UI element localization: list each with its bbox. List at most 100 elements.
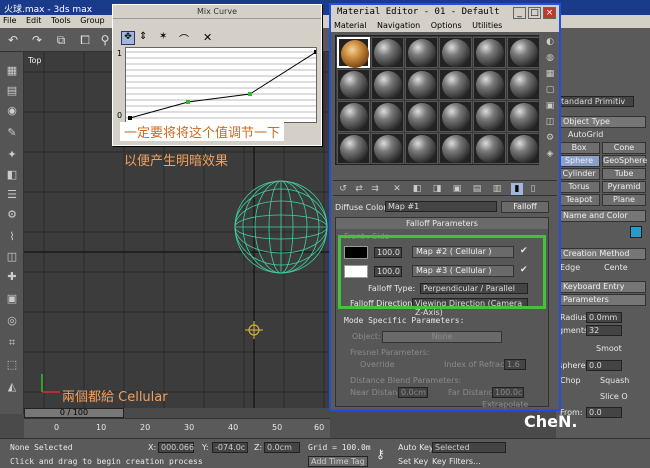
sample-slot[interactable] (337, 101, 370, 132)
slice-from-field[interactable]: 0.0 (586, 407, 622, 418)
key-selection-dropdown[interactable]: Selected (432, 442, 506, 453)
tool-icon-2[interactable]: ▤ (4, 84, 20, 98)
sample-slot[interactable] (507, 69, 540, 100)
material-effects-icon[interactable]: ▣ (451, 183, 463, 195)
scale-point-icon[interactable]: ⇕ (139, 31, 147, 42)
background-icon[interactable]: ▦ (544, 69, 556, 80)
keyboard-entry-rollout[interactable]: Keyboard Entry (558, 281, 646, 293)
uv-tiling-icon[interactable]: ▢ (544, 85, 556, 96)
put-to-library-icon[interactable]: ◨ (431, 183, 443, 195)
map-type-button[interactable]: Falloff (501, 201, 549, 213)
unlink-icon[interactable]: ⧠ (78, 33, 92, 47)
menu-options[interactable]: Options (431, 21, 462, 30)
show-end-result-icon[interactable]: ▥ (491, 183, 503, 195)
segments-field[interactable]: 32 (586, 325, 622, 336)
curve-point[interactable] (314, 50, 317, 54)
torus-button[interactable]: Torus (558, 181, 600, 193)
sample-slot[interactable] (337, 133, 370, 164)
assign-material-icon[interactable]: ⇉ (369, 183, 381, 195)
tool-icon-8[interactable]: ⚙ (4, 208, 20, 222)
parameters-rollout[interactable]: Parameters (558, 294, 646, 306)
object-color-swatch[interactable] (630, 226, 642, 238)
far-distance-field[interactable]: 100.0c (492, 387, 524, 398)
pyramid-button[interactable]: Pyramid (602, 181, 646, 193)
wireframe-sphere[interactable] (231, 177, 330, 277)
tool-icon-11[interactable]: ✚ (4, 270, 20, 284)
options-icon[interactable]: ⚙ (544, 133, 556, 144)
tool-icon-7[interactable]: ☰ (4, 188, 20, 202)
object-pick-button[interactable]: None (382, 331, 502, 343)
smooth-checkbox[interactable]: Smoot (596, 344, 622, 353)
sample-type-icon[interactable]: ◐ (544, 37, 556, 48)
menu-navigation[interactable]: Navigation (377, 21, 420, 30)
falloff-rollout-title[interactable]: Falloff Parameters (336, 218, 548, 229)
bezier-point-icon[interactable]: ⌒ (179, 31, 189, 46)
slice-on-checkbox[interactable]: Slice O (600, 392, 628, 401)
primitive-type-dropdown[interactable]: tandard Primitiv (558, 96, 634, 107)
name-color-rollout[interactable]: Name and Color (558, 210, 646, 222)
tube-button[interactable]: Tube (602, 168, 646, 180)
sample-slot[interactable] (405, 133, 438, 164)
sample-slot[interactable] (507, 101, 540, 132)
sample-slot[interactable] (337, 69, 370, 100)
override-checkbox[interactable]: Override (360, 360, 395, 369)
tool-icon-13[interactable]: ◎ (4, 314, 20, 328)
tool-icon-12[interactable]: ▣ (4, 292, 20, 306)
creation-method-rollout[interactable]: Creation Method (558, 248, 646, 260)
maximize-button[interactable]: □ (528, 7, 541, 19)
put-to-scene-icon[interactable]: ⇄ (353, 183, 365, 195)
menu-material[interactable]: Material (334, 21, 367, 30)
sample-slot[interactable] (371, 69, 404, 100)
undo-icon[interactable]: ↶ (6, 33, 20, 47)
delete-point-icon[interactable]: ✕ (203, 31, 212, 44)
cone-button[interactable]: Cone (602, 142, 646, 154)
sample-slot[interactable] (439, 69, 472, 100)
menu-group[interactable]: Group (80, 16, 104, 25)
auto-key-button[interactable]: Auto Key (398, 443, 434, 452)
redo-icon[interactable]: ↷ (30, 33, 44, 47)
time-slider[interactable]: 0 / 100 (24, 408, 124, 418)
tool-icon-3[interactable]: ◉ (4, 104, 20, 118)
sample-slot[interactable] (337, 37, 370, 68)
make-preview-icon[interactable]: ◫ (544, 117, 556, 128)
ior-field[interactable]: 1.6 (504, 359, 526, 370)
hemisphere-field[interactable]: 0.0 (586, 360, 622, 371)
link-icon[interactable]: ⧉ (54, 33, 68, 47)
go-forward-icon[interactable]: ▯ (527, 183, 539, 195)
sample-slot[interactable] (473, 37, 506, 68)
menu-file[interactable]: File (3, 16, 16, 25)
curve-point[interactable] (186, 100, 190, 104)
sample-slot[interactable] (507, 37, 540, 68)
menu-utilities[interactable]: Utilities (472, 21, 502, 30)
menu-edit[interactable]: Edit (26, 16, 42, 25)
x-coordinate-field[interactable]: 000.066 (158, 442, 194, 453)
menu-tools[interactable]: Tools (51, 16, 71, 25)
plane-button[interactable]: Plane (602, 194, 646, 206)
reset-map-icon[interactable]: ✕ (391, 183, 403, 195)
sample-slot[interactable] (439, 101, 472, 132)
tool-icon-5[interactable]: ✦ (4, 148, 20, 162)
autogrid-label[interactable]: AutoGrid (568, 130, 603, 139)
map-name-field[interactable]: Map #1 (385, 201, 497, 212)
tool-icon-1[interactable]: ▦ (4, 64, 20, 78)
sample-slot[interactable] (473, 101, 506, 132)
sample-slot[interactable] (371, 133, 404, 164)
sample-slot[interactable] (473, 69, 506, 100)
select-by-material-icon[interactable]: ◈ (544, 149, 556, 160)
key-filters-button[interactable]: Key Filters... (432, 457, 481, 466)
near-distance-field[interactable]: 0.0cm (398, 387, 428, 398)
sample-slot[interactable] (473, 133, 506, 164)
key-icon[interactable]: ⚷ (376, 447, 385, 461)
close-button[interactable]: × (543, 7, 556, 19)
teapot-button[interactable]: Teapot (558, 194, 600, 206)
object-type-rollout[interactable]: Object Type (558, 116, 646, 128)
tool-icon-15[interactable]: ⬚ (4, 358, 20, 372)
box-button[interactable]: Box (558, 142, 600, 154)
mix-curve-graph[interactable] (125, 47, 317, 123)
tool-icon-16[interactable]: ◭ (4, 380, 20, 394)
video-check-icon[interactable]: ▣ (544, 101, 556, 112)
edge-radio[interactable]: Edge (560, 263, 580, 272)
add-point-icon[interactable]: ✶ (159, 31, 167, 42)
go-to-parent-icon[interactable]: ▮ (511, 183, 523, 195)
sample-slot[interactable] (405, 37, 438, 68)
